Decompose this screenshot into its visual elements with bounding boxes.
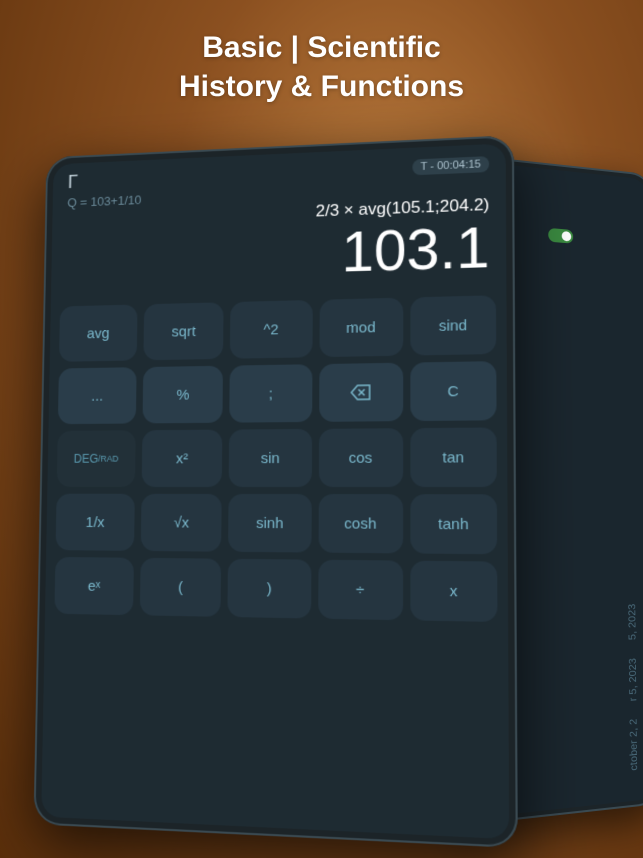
key-x_[interactable]: x² <box>142 430 223 487</box>
key-_2[interactable]: ^2 <box>230 300 312 359</box>
key-tan[interactable]: tan <box>410 427 497 487</box>
key-_[interactable]: ) <box>228 559 311 619</box>
date-list: 5, 2023 r 5, 2023 ctober 2, 2 <box>627 603 640 771</box>
date-1: 5, 2023 <box>627 603 639 640</box>
key-mod[interactable]: mod <box>319 298 403 358</box>
key-avg[interactable]: avg <box>59 304 138 361</box>
app-header: Basic | Scientific History & Functions <box>0 28 643 106</box>
key-_[interactable]: % <box>143 366 224 424</box>
timer-badge: T - 00:04:15 <box>412 156 489 175</box>
key-row-0: avgsqrt^2modsind <box>59 295 496 362</box>
key-e_[interactable]: eˣ <box>54 557 134 615</box>
key-_[interactable] <box>319 363 403 422</box>
key-DEG_RAD[interactable]: DEG/RAD <box>57 430 136 487</box>
header-line2: History & Functions <box>179 70 464 103</box>
key-row-3: 1/x√xsinhcoshtanh <box>56 494 498 555</box>
key-sin[interactable]: sin <box>229 429 312 487</box>
key-sinh[interactable]: sinh <box>228 494 311 553</box>
key-_x[interactable]: √x <box>141 494 222 552</box>
key-_[interactable]: ; <box>230 364 312 422</box>
key-x[interactable]: x <box>410 561 497 622</box>
date-2: r 5, 2023 <box>627 657 639 701</box>
date-3: ctober 2, 2 <box>628 718 640 771</box>
key-row-2: DEG/RADx²sincostan <box>57 427 497 487</box>
key-_[interactable]: ÷ <box>318 560 403 621</box>
key-row-1: ...%; C <box>58 361 497 424</box>
calculator-screen: Γ T - 00:04:15 Q = 103+1/10 2/3 × avg(10… <box>41 143 509 839</box>
header-title: Basic | Scientific History & Functions <box>0 28 643 106</box>
key-_[interactable]: ( <box>140 558 221 617</box>
key-___[interactable]: ... <box>58 367 137 424</box>
key-sqrt[interactable]: sqrt <box>144 302 224 360</box>
corner-indicator: Γ <box>68 173 78 192</box>
display-area: Q = 103+1/10 2/3 × avg(105.1;204.2) 103.… <box>51 177 507 303</box>
result-display: 103.1 <box>66 219 490 289</box>
key-1_x[interactable]: 1/x <box>56 494 135 551</box>
tablet-main: Γ T - 00:04:15 Q = 103+1/10 2/3 × avg(10… <box>33 135 517 848</box>
key-C[interactable]: C <box>410 361 496 421</box>
header-line1: Basic | Scientific <box>202 31 441 64</box>
toggle-switch[interactable] <box>548 228 573 244</box>
keypad: avgsqrt^2modsind...%;CDEG/RADx²sincostan… <box>45 291 508 631</box>
key-tanh[interactable]: tanh <box>410 494 497 554</box>
key-row-4: eˣ()÷x <box>54 557 497 622</box>
key-cos[interactable]: cos <box>318 428 403 487</box>
key-cosh[interactable]: cosh <box>318 494 403 553</box>
key-sind[interactable]: sind <box>410 295 496 355</box>
